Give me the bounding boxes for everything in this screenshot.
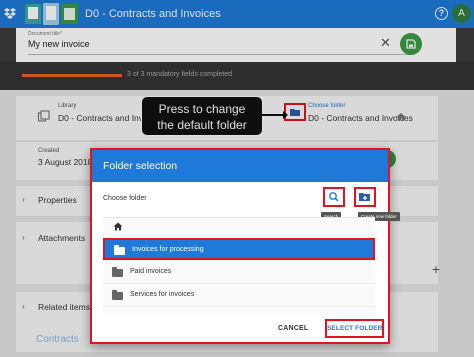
folder-icon	[112, 267, 123, 277]
callout-line-1: Press to change	[158, 102, 246, 116]
choose-folder-label: Choose folder	[308, 103, 346, 109]
chevron-right-icon: ›	[22, 195, 25, 204]
folder-row-paid-invoices[interactable]: Paid invoices	[103, 262, 375, 284]
add-attachment-icon[interactable]: +	[432, 261, 440, 277]
input-underline	[28, 54, 410, 55]
instruction-callout: Press to change the default folder	[141, 96, 263, 136]
select-folder-button[interactable]: SELECT FOLDER	[325, 319, 384, 338]
app-logo-icon	[24, 2, 80, 26]
dialog-footer: CANCEL SELECT FOLDER	[92, 318, 388, 342]
new-folder-icon	[359, 193, 370, 201]
choose-folder-heading: Choose folder	[103, 195, 147, 202]
folder-selection-dialog: Folder selection Choose folder Search Cr…	[90, 148, 400, 344]
attachments-title: Attachments	[38, 233, 86, 243]
progress-fill	[22, 74, 122, 77]
folder-row-invoices-for-processing[interactable]: Invoices for processing	[103, 238, 375, 260]
folder-icon	[290, 109, 300, 116]
folder-icon	[112, 290, 123, 300]
dropbox-icon[interactable]	[4, 7, 16, 21]
folder-icon	[114, 245, 125, 255]
home-icon[interactable]	[396, 112, 406, 125]
search-icon	[329, 192, 339, 202]
contracts-link[interactable]: Contracts	[36, 334, 79, 345]
progress-text: 3 of 3 mandatory fields completed	[127, 71, 233, 78]
document-title-label: Document title*	[28, 31, 62, 37]
related-items-title: Related items	[38, 302, 90, 312]
create-new-folder-button[interactable]	[354, 187, 376, 207]
properties-title: Properties	[38, 195, 77, 205]
search-button[interactable]	[323, 187, 345, 207]
document-title-input[interactable]: My new invoice	[28, 39, 90, 49]
folder-label: Invoices for processing	[132, 246, 204, 253]
created-label: Created	[38, 148, 60, 154]
app-bar: D0 - Contracts and Invoices ? A	[0, 0, 474, 28]
folder-label: Paid invoices	[130, 268, 172, 275]
close-icon[interactable]: ✕	[380, 36, 391, 50]
folder-row-services-for-invoices[interactable]: Services for invoices	[103, 285, 375, 307]
callout-arrow	[262, 111, 288, 119]
callout-line-2: the default folder	[157, 118, 247, 132]
library-label: Library	[58, 103, 77, 109]
folder-label: Services for invoices	[130, 291, 195, 298]
user-avatar[interactable]: A	[452, 4, 471, 23]
chevron-right-icon: ›	[22, 302, 25, 311]
save-button[interactable]	[400, 33, 422, 55]
mandatory-fields-progress: 3 of 3 mandatory fields completed	[0, 62, 474, 90]
cancel-button[interactable]: CANCEL	[278, 325, 308, 332]
folder-list: Invoices for processing Paid invoices Se…	[103, 217, 375, 313]
document-title-area: Document title* My new invoice ✕	[0, 28, 474, 62]
library-icon	[38, 110, 50, 125]
help-icon[interactable]: ?	[435, 7, 448, 20]
dialog-header: Folder selection	[92, 150, 388, 182]
home-icon[interactable]	[113, 222, 123, 233]
dialog-title: Folder selection	[103, 160, 178, 172]
created-value: 3 August 2018	[38, 157, 93, 167]
save-icon	[406, 39, 416, 49]
folder-root-row[interactable]	[103, 218, 375, 236]
chevron-right-icon: ›	[22, 233, 25, 242]
app-title: D0 - Contracts and Invoices	[85, 8, 221, 20]
